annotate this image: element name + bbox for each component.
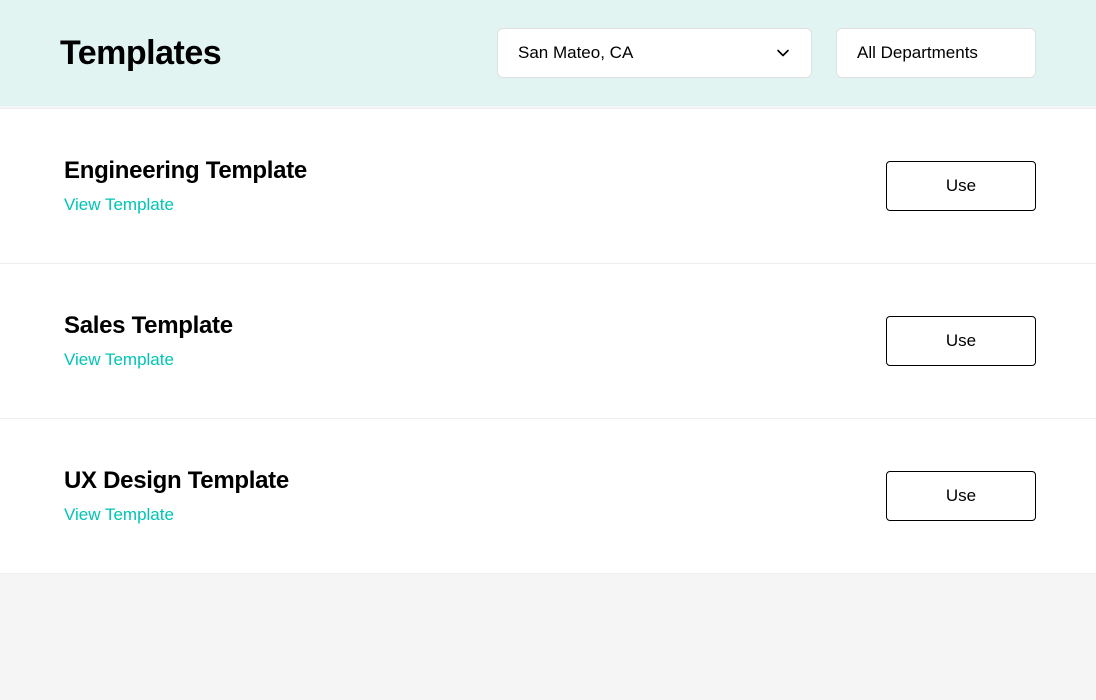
use-button[interactable]: Use [886, 471, 1036, 521]
filters-container: San Mateo, CA All Departments [497, 28, 1036, 78]
template-info: Engineering Template View Template [64, 157, 307, 215]
header-bar: Templates San Mateo, CA All Departments [0, 0, 1096, 106]
page-title: Templates [60, 34, 221, 73]
template-name: Sales Template [64, 312, 233, 340]
location-select[interactable]: San Mateo, CA [497, 28, 812, 78]
department-select[interactable]: All Departments [836, 28, 1036, 78]
view-template-link[interactable]: View Template [64, 350, 233, 370]
template-card-sales: Sales Template View Template Use [0, 264, 1096, 419]
template-card-engineering: Engineering Template View Template Use [0, 108, 1096, 264]
template-name: UX Design Template [64, 467, 289, 495]
department-selected-value: All Departments [857, 43, 978, 63]
chevron-down-icon [775, 45, 791, 61]
template-info: Sales Template View Template [64, 312, 233, 370]
template-card-ux-design: UX Design Template View Template Use [0, 419, 1096, 574]
template-info: UX Design Template View Template [64, 467, 289, 525]
use-button[interactable]: Use [886, 161, 1036, 211]
view-template-link[interactable]: View Template [64, 505, 289, 525]
templates-list: Engineering Template View Template Use S… [0, 108, 1096, 574]
template-name: Engineering Template [64, 157, 307, 185]
use-button[interactable]: Use [886, 316, 1036, 366]
view-template-link[interactable]: View Template [64, 195, 307, 215]
location-selected-value: San Mateo, CA [518, 43, 633, 63]
